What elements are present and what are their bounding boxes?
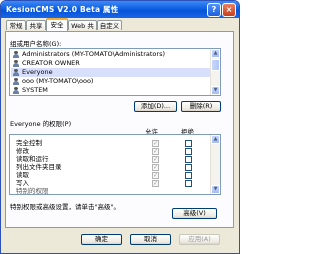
user-item[interactable]: Administrators (MY-TOMATO\Administrators… [11,50,211,59]
scroll-thumb[interactable] [211,59,220,71]
help-button[interactable]: ? [207,3,221,17]
advanced-button[interactable]: 高级(V) [172,208,217,219]
allow-checkbox[interactable]: ✓ [152,172,159,179]
deny-checkbox[interactable] [185,172,192,179]
permissions-scrollbar[interactable]: ▲ ▼ [210,135,220,194]
user-icon [13,60,19,67]
user-item[interactable]: ooo (MY-TOMATO\ooo) [11,77,211,86]
user-icon [13,87,19,94]
users-scrollbar[interactable]: ▲ ▼ [210,49,220,95]
apply-button[interactable]: 应用(A) [179,234,220,245]
allow-checkbox[interactable]: ✓ [152,148,159,155]
deny-checkbox[interactable] [185,164,192,171]
cancel-button[interactable]: 取消 [130,234,171,245]
tab-security[interactable]: 安全 [46,18,68,31]
deny-checkbox[interactable] [185,180,192,187]
scroll-down-arrow-icon[interactable]: ▼ [211,185,220,194]
window-title: KesionCMS V2.0 Beta 属性 [6,5,119,14]
user-icon [13,78,19,85]
user-item[interactable]: SYSTEM [11,86,211,95]
perm-row-label: 特别的权限 [16,187,49,195]
users-label: 组或用户名称(G): [10,40,62,48]
allow-checkbox[interactable]: ✓ [152,164,159,171]
allow-checkbox[interactable]: ✓ [152,140,159,147]
tab-sharing[interactable]: 共享 [26,20,46,30]
add-button[interactable]: 添加(D)... [134,101,177,112]
deny-checkbox[interactable] [185,140,192,147]
tab-web-sharing[interactable]: Web 共享 [68,20,97,40]
scroll-up-arrow-icon[interactable]: ▲ [211,49,220,58]
user-item-selected[interactable]: Everyone [11,68,211,77]
tab-custom[interactable]: 自定义 [97,20,122,30]
ok-button[interactable]: 确定 [81,234,122,245]
title-bar[interactable]: KesionCMS V2.0 Beta 属性 ? × [1,1,239,18]
allow-checkbox[interactable]: ✓ [152,156,159,163]
allow-checkbox[interactable]: ✓ [152,180,159,187]
tab-general[interactable]: 常规 [6,20,26,30]
deny-checkbox[interactable] [185,148,192,155]
close-button[interactable]: × [222,3,236,17]
scroll-up-arrow-icon[interactable]: ▲ [211,135,220,144]
scroll-down-arrow-icon[interactable]: ▼ [211,86,220,95]
deny-checkbox[interactable] [185,156,192,163]
remove-button[interactable]: 删除(R) [181,101,221,112]
user-group-icon [13,69,19,76]
permissions-list: 完全控制 ✓ 修改 ✓ 读取和运行 ✓ 列出文件夹目录 ✓ 读取 ✓ 写入 ✓ … [9,134,221,195]
users-listbox[interactable]: Administrators (MY-TOMATO\Administrators… [9,48,221,96]
permissions-label: Everyone 的权限(P) [10,120,72,128]
user-item[interactable]: CREATOR OWNER [11,59,211,68]
properties-dialog: KesionCMS V2.0 Beta 属性 ? × 常规 共享 安全 Web … [0,0,240,254]
user-group-icon [13,51,19,58]
advanced-note: 特别权限或高级设置，请单击"高级"。 [10,203,120,211]
